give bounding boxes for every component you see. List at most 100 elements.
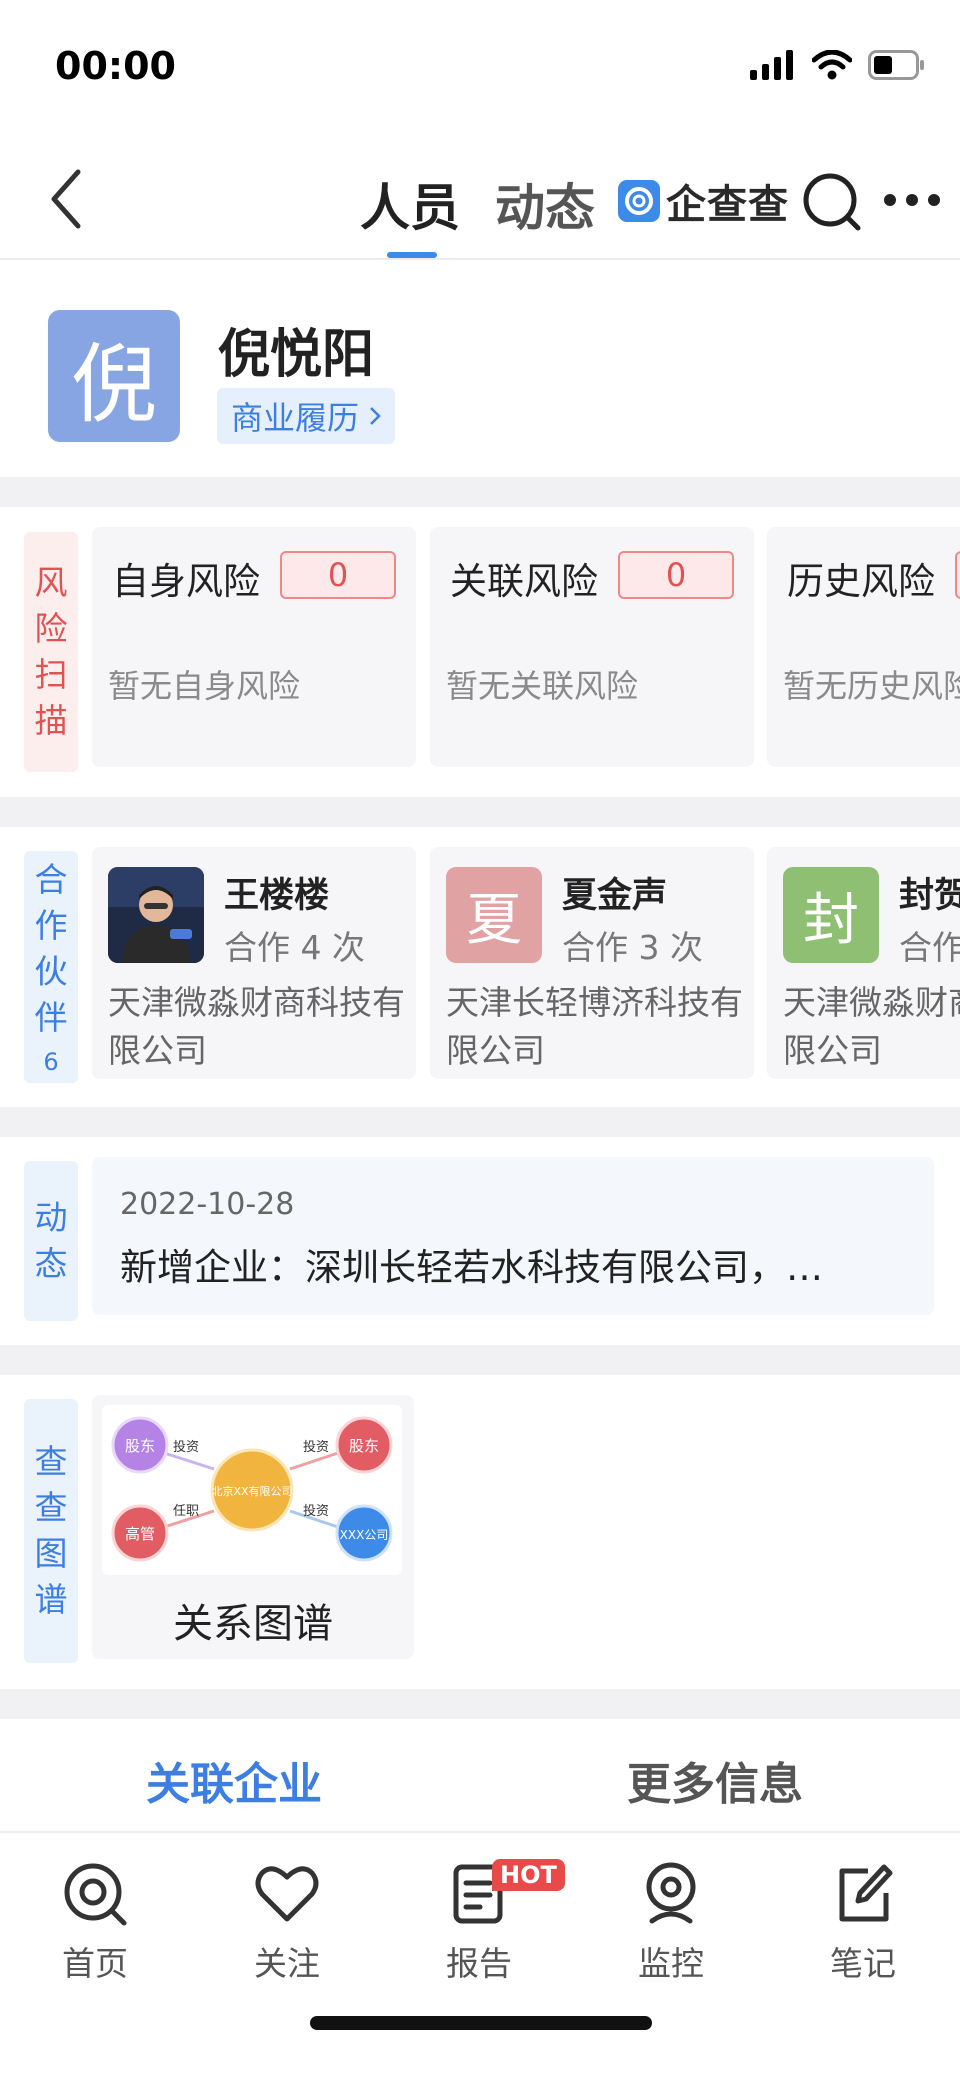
chevron-right-icon <box>370 407 381 425</box>
hot-badge: HOT <box>492 1859 565 1891</box>
dynamic-text: 新增企业：深圳长轻若水科技有限公司，… <box>120 1246 823 1289</box>
partner-coop-count: 合作 4 次 <box>224 928 365 967</box>
risk-title: 历史风险 <box>787 560 935 603</box>
partners-section: 合 作 伙 伴 6 王楼楼 合作 4 次 天津微淼财商科技有限公司 夏 夏金声 … <box>0 827 960 1107</box>
tabbar-item-monitor[interactable]: 监控 <box>606 1849 736 1999</box>
dynamic-section: 动 态 2022-10-28 新增企业：深圳长轻若水科技有限公司，… <box>0 1137 960 1345</box>
graph-edge-invest: 投资 <box>173 1439 199 1455</box>
partner-name: 王楼楼 <box>224 876 330 916</box>
divider <box>0 1107 960 1137</box>
graph-label: 查 查 图 谱 <box>24 1399 78 1663</box>
graph-section: 查 查 图 谱 股东 高管 股东 XXX公司 北京XX有限公司 投资 任职 投资… <box>0 1375 960 1689</box>
partners-label-char: 作 <box>34 906 68 945</box>
tab-related-companies[interactable]: 关联企业 <box>146 1748 322 1812</box>
risk-desc: 暂无自身风险 <box>108 667 301 705</box>
home-icon <box>64 1863 127 1926</box>
status-icons <box>750 50 926 80</box>
partner-photo <box>108 867 204 963</box>
search-icon[interactable] <box>800 170 864 234</box>
graph-label-char: 查 <box>34 1442 68 1481</box>
partners-label-char: 合 <box>34 860 68 899</box>
tabbar-item-report[interactable]: HOT 报告 <box>414 1849 565 1999</box>
partner-name: 夏金声 <box>562 876 668 916</box>
dynamic-item[interactable]: 2022-10-28 新增企业：深圳长轻若水科技有限公司，… <box>92 1157 934 1315</box>
graph-edge-invest: 投资 <box>303 1439 329 1455</box>
divider <box>0 797 960 827</box>
risk-scan-section: 风 险 扫 描 自身风险 0 暂无自身风险 关联风险 0 暂无关联风险 历史风险… <box>0 507 960 797</box>
tabbar-item-follow[interactable]: 关注 <box>222 1849 352 1999</box>
risk-count-badge: 0 <box>618 551 734 599</box>
risk-title: 关联风险 <box>450 560 598 603</box>
risk-label-char: 险 <box>34 609 68 648</box>
tab-dynamic[interactable]: 动态 <box>495 168 595 240</box>
divider <box>0 477 960 507</box>
graph-node-center: 北京XX有限公司 <box>211 1484 292 1498</box>
partner-company: 天津长轻博济科技有限公司 <box>446 983 743 1070</box>
graph-node-company: XXX公司 <box>340 1528 389 1542</box>
tabbar-item-home[interactable]: 首页 <box>30 1849 160 1999</box>
tab-more-info[interactable]: 更多信息 <box>627 1748 803 1812</box>
risk-desc: 暂无关联风险 <box>446 667 639 705</box>
risk-card-related[interactable]: 关联风险 0 暂无关联风险 <box>430 527 754 767</box>
tabbar-label: 报告 <box>446 1944 512 1983</box>
monitor-icon <box>646 1862 696 1924</box>
graph-label-char: 图 <box>34 1534 68 1573</box>
partner-card[interactable]: 王楼楼 合作 4 次 天津微淼财商科技有限公司 <box>92 847 416 1079</box>
partner-name: 封贺 <box>899 876 960 916</box>
risk-title: 自身风险 <box>112 560 260 603</box>
status-time: 00:00 <box>55 44 176 88</box>
partner-coop-count: 合作 3 次 <box>562 928 703 967</box>
relationship-graph-title: 关系图谱 <box>173 1601 333 1647</box>
risk-scan-label: 风 险 扫 描 <box>24 532 78 772</box>
partner-avatar: 封 <box>783 867 879 963</box>
relationship-graph-illustration: 股东 高管 股东 XXX公司 北京XX有限公司 投资 任职 投资 投资 <box>102 1405 402 1575</box>
bottom-tab-bar: 首页 关注 HOT 报告 监控 笔记 <box>0 1835 960 2079</box>
note-icon <box>839 1864 893 1922</box>
risk-label-char: 描 <box>34 701 68 740</box>
signal-icon <box>750 50 793 80</box>
top-nav-bar: 人员 动态 企查查 <box>0 140 960 260</box>
partners-label: 合 作 伙 伴 6 <box>24 851 78 1083</box>
partners-count: 6 <box>43 1048 59 1076</box>
partner-avatar: 夏 <box>446 867 542 963</box>
graph-node-shareholder: 股东 <box>349 1437 379 1455</box>
person-photo-icon <box>108 867 204 963</box>
partners-label-char: 伴 <box>34 998 68 1037</box>
partner-company: 天津微淼财商科技有限公司 <box>783 983 960 1070</box>
risk-card-self[interactable]: 自身风险 0 暂无自身风险 <box>92 527 416 767</box>
tabbar-item-notes[interactable]: 笔记 <box>798 1849 928 1999</box>
partners-label-char: 伙 <box>34 952 68 991</box>
business-resume-label: 商业履历 <box>231 399 360 437</box>
tab-people[interactable]: 人员 <box>360 168 460 240</box>
risk-label-char: 风 <box>34 563 68 602</box>
partner-company: 天津微淼财商科技有限公司 <box>108 983 405 1070</box>
battery-icon <box>868 50 924 80</box>
brand-logo: 企查查 <box>618 172 789 230</box>
wifi-icon <box>812 50 852 80</box>
graph-edge-invest: 投资 <box>303 1503 329 1519</box>
back-icon[interactable] <box>40 164 100 234</box>
partner-coop-count: 合作 <box>899 928 960 967</box>
tabbar-label: 笔记 <box>830 1944 896 1983</box>
divider <box>0 1689 960 1719</box>
partner-card[interactable]: 夏 夏金声 合作 3 次 天津长轻博济科技有限公司 <box>430 847 754 1079</box>
tab-indicator <box>387 252 437 258</box>
brand-name: 企查查 <box>666 182 789 228</box>
more-icon[interactable] <box>880 180 944 220</box>
relationship-graph-card[interactable]: 股东 高管 股东 XXX公司 北京XX有限公司 投资 任职 投资 投资 关系图谱 <box>92 1395 414 1659</box>
person-name: 倪悦阳 <box>218 325 375 385</box>
graph-node-shareholder: 股东 <box>125 1437 155 1455</box>
content-tabs: 关联企业 更多信息 <box>0 1718 960 1833</box>
tabbar-label: 关注 <box>254 1944 320 1983</box>
risk-card-history[interactable]: 历史风险 0 暂无历史风险 <box>767 527 960 767</box>
dynamic-label: 动 态 <box>24 1161 78 1321</box>
partner-card[interactable]: 封 封贺 合作 天津微淼财商科技有限公司 <box>767 847 960 1079</box>
risk-count-badge: 0 <box>280 551 396 599</box>
dynamic-label-char: 态 <box>34 1244 68 1283</box>
graph-label-char: 谱 <box>34 1580 68 1619</box>
home-indicator <box>310 2016 652 2030</box>
risk-desc: 暂无历史风险 <box>783 667 960 705</box>
business-resume-link[interactable]: 商业履历 <box>217 388 396 444</box>
tabbar-label: 首页 <box>62 1944 128 1983</box>
dynamic-label-char: 动 <box>34 1198 68 1237</box>
